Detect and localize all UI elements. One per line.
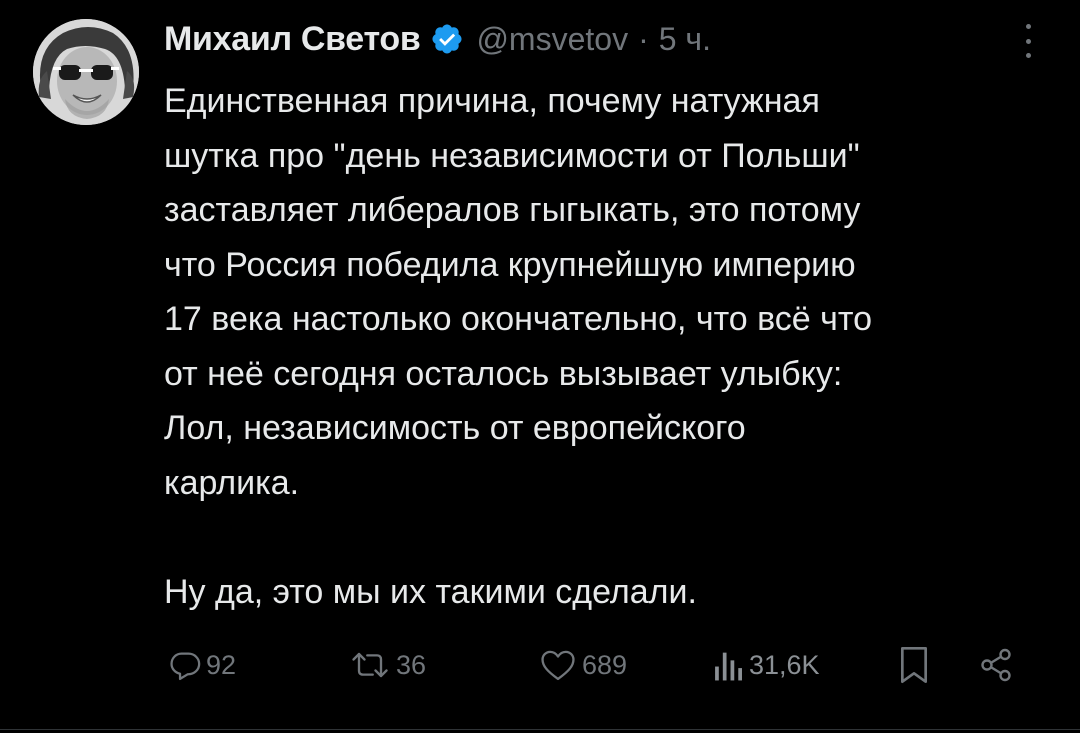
bookmark-button[interactable] [897,640,931,690]
heart-icon [541,650,575,681]
tweet-timestamp[interactable]: 5 ч. [659,21,711,58]
retweet-count: 36 [396,649,427,680]
like-count: 689 [582,649,628,680]
tweet-header: Михаил Светов @msvetov · 5 ч. [164,14,711,64]
avatar-image [33,19,139,125]
tweet-actions: 92 36 689 31,6K [168,640,1028,690]
more-vertical-icon[interactable] [1016,24,1040,58]
reply-button[interactable]: 92 [168,640,236,690]
author-name[interactable]: Михаил Светов [164,20,421,59]
views-icon [715,652,742,681]
retweet-button[interactable]: 36 [348,640,426,690]
avatar[interactable] [33,19,139,125]
retweet-icon [352,652,388,678]
share-icon [981,648,1011,682]
bookmark-icon [901,647,928,683]
header-separator: · [638,20,649,57]
tweet-divider [0,729,1080,730]
tweet-text: Единственная причина, почему натужная шу… [164,82,872,611]
verified-badge-icon [432,24,462,54]
reply-icon [170,652,201,681]
views-count: 31,6K [749,649,820,680]
like-button[interactable]: 689 [538,640,627,690]
reply-count: 92 [206,649,237,680]
views-button[interactable]: 31,6K [713,640,820,690]
author-handle[interactable]: @msvetov [476,21,628,58]
share-button[interactable] [978,640,1014,690]
tweet[interactable]: Михаил Светов @msvetov · 5 ч. Единственн… [0,0,1080,733]
